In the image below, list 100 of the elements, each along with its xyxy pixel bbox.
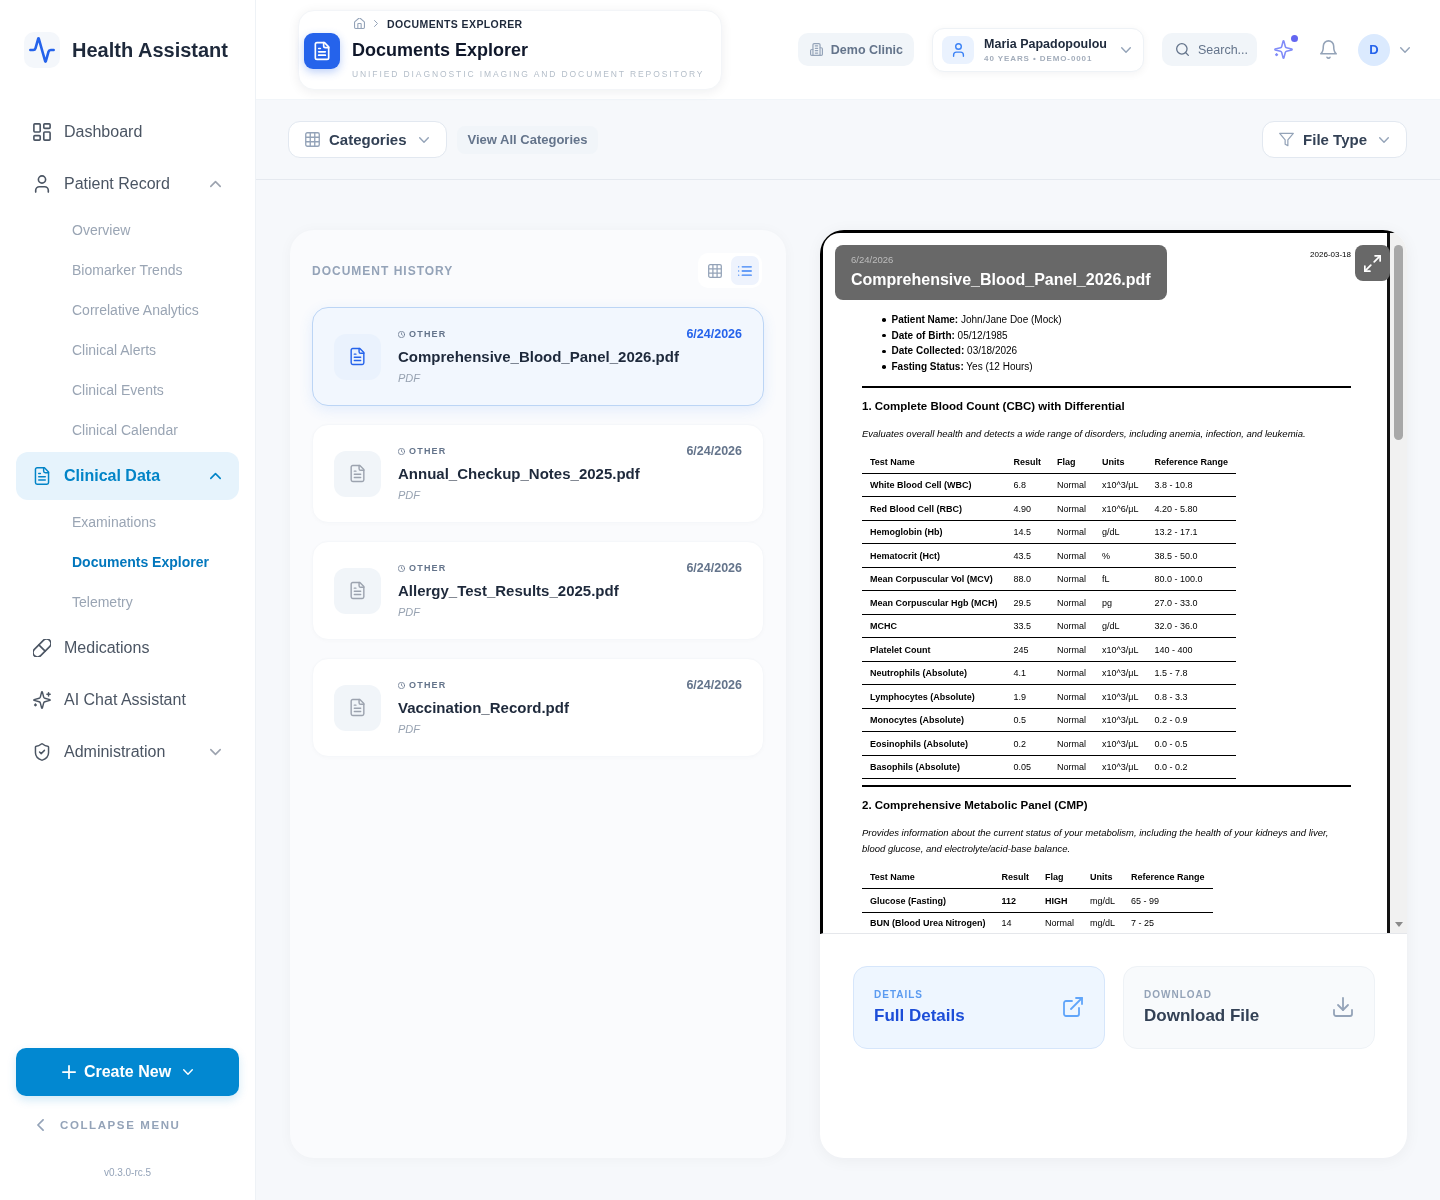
- download-button[interactable]: DOWNLOAD Download File: [1123, 965, 1375, 1049]
- home-icon[interactable]: [354, 18, 365, 29]
- patient-selector[interactable]: Maria Papadopoulou 40 YEARS • DEMO-0001: [932, 27, 1144, 72]
- category-label: OTHER: [409, 563, 447, 573]
- clinic-button[interactable]: Demo Clinic: [797, 33, 915, 66]
- view-all-categories-button[interactable]: View All Categories: [456, 125, 599, 154]
- table-cell: x10^3/μL: [1094, 684, 1147, 709]
- category-label: OTHER: [409, 329, 447, 339]
- nav-item[interactable]: AI Chat Assistant: [16, 676, 239, 724]
- document-icon: [334, 450, 381, 497]
- nav-subitem[interactable]: Clinical Calendar: [16, 410, 239, 450]
- table-cell: Basophils (Absolute): [862, 755, 1006, 779]
- table-cell: Hematocrit (Hct): [862, 543, 1006, 568]
- chevron-up-icon[interactable]: [210, 472, 221, 480]
- column-header: Flag: [1037, 866, 1083, 889]
- nav-subitem[interactable]: Documents Explorer: [16, 542, 239, 582]
- chevron-down-icon: [1121, 46, 1131, 53]
- nav-item[interactable]: Patient Record: [16, 160, 239, 208]
- nav-item[interactable]: Dashboard: [16, 108, 239, 156]
- nav-subitem[interactable]: Overview: [16, 210, 239, 250]
- file-type-dropdown[interactable]: File Type: [1262, 121, 1407, 158]
- chevron-down-icon[interactable]: [1400, 46, 1410, 53]
- section-title: 2. Comprehensive Metabolic Panel (CMP): [862, 798, 1089, 813]
- nav-subitem[interactable]: Examinations: [16, 502, 239, 542]
- table-cell: 0.8 - 3.3: [1146, 684, 1236, 709]
- table-cell: 0.2 - 0.9: [1146, 708, 1236, 732]
- nav-subitem[interactable]: Correlative Analytics: [16, 290, 239, 330]
- version-label: v0.3.0-rc.5: [103, 1166, 152, 1180]
- nav-subitem[interactable]: Clinical Alerts: [16, 330, 239, 370]
- table-cell: x10^3/μL: [1094, 473, 1147, 497]
- column-header: Result: [1005, 450, 1050, 474]
- table-cell: MCHC: [862, 614, 1006, 638]
- table-cell: 43.5: [1005, 543, 1050, 568]
- document-icon: [334, 684, 381, 731]
- table-cell: Lymphocytes (Absolute): [862, 684, 1006, 709]
- table-cell: Normal: [1049, 661, 1095, 685]
- column-header: Reference Range: [1123, 866, 1213, 889]
- nav-subitem[interactable]: Clinical Events: [16, 370, 239, 410]
- column-header: Test Name: [862, 450, 1006, 474]
- table-cell: HIGH: [1037, 888, 1083, 913]
- patient-info-item: Patient Name: John/Jane Doe (Mock): [891, 313, 1062, 327]
- document-date: 6/24/2026: [686, 444, 742, 458]
- document-list-item[interactable]: OTHER 6/24/2026 Comprehensive_Blood_Panel_2026.pdf PDF: [312, 307, 764, 406]
- table-cell: Normal: [1049, 708, 1095, 732]
- table-cell: 6.8: [1005, 473, 1050, 497]
- table-cell: Normal: [1049, 590, 1095, 615]
- nav-item[interactable]: Medications: [16, 624, 239, 672]
- table-cell: mg/dL: [1082, 888, 1124, 913]
- table-cell: 1.5 - 7.8: [1146, 661, 1236, 685]
- categories-dropdown[interactable]: Categories: [288, 121, 447, 158]
- column-header: Result: [993, 866, 1037, 889]
- expand-icon: [1364, 254, 1381, 272]
- table-cell: 245: [1005, 637, 1050, 662]
- table-cell: 112: [993, 888, 1037, 913]
- fullscreen-button[interactable]: [1355, 245, 1390, 281]
- nav-subitem[interactable]: Biomarker Trends: [16, 250, 239, 290]
- grid-icon: [305, 132, 320, 147]
- search-field[interactable]: Search...: [1162, 33, 1257, 66]
- table-cell: 27.0 - 33.0: [1146, 590, 1236, 615]
- sparkles-icon: [33, 691, 51, 709]
- table-cell: Normal: [1049, 614, 1095, 638]
- nav-item[interactable]: Administration: [16, 728, 239, 776]
- table-cell: Monocytes (Absolute): [862, 708, 1006, 732]
- column-header: Units: [1094, 450, 1147, 474]
- document-list-item[interactable]: OTHER 6/24/2026 Vaccination_Record.pdf PDF: [312, 658, 764, 757]
- table-cell: Normal: [1049, 637, 1095, 662]
- document-list-item[interactable]: OTHER 6/24/2026 Allergy_Test_Results_2025.pdf PDF: [312, 541, 764, 640]
- user-avatar[interactable]: D: [1358, 33, 1390, 66]
- nav-subitem[interactable]: Telemetry: [16, 582, 239, 622]
- file-type-label: PDF: [398, 489, 420, 502]
- chevron-down-icon: [1379, 136, 1389, 143]
- column-header: Test Name: [862, 866, 994, 889]
- table-cell: 0.5: [1005, 708, 1050, 732]
- scroll-down-icon[interactable]: [1394, 921, 1403, 927]
- table-cell: 1.9: [1005, 684, 1050, 709]
- table-cell: x10^6/μL: [1094, 496, 1147, 521]
- nav-item[interactable]: Clinical Data: [16, 452, 239, 500]
- full-details-button[interactable]: DETAILS Full Details: [853, 965, 1105, 1049]
- table-cell: BUN (Blood Urea Nitrogen): [862, 912, 994, 933]
- table-cell: 33.5: [1005, 614, 1050, 638]
- user-icon: [942, 35, 975, 64]
- scrollbar-thumb[interactable]: [1394, 245, 1403, 440]
- table-cell: Normal: [1049, 543, 1095, 568]
- table-cell: 13.2 - 17.1: [1146, 520, 1236, 544]
- bullet-icon: [882, 349, 886, 353]
- list-view-button[interactable]: [731, 256, 759, 285]
- category-label: OTHER: [409, 680, 447, 690]
- scrollbar[interactable]: [1390, 233, 1407, 933]
- chevron-down-icon[interactable]: [210, 748, 221, 756]
- document-list-item[interactable]: OTHER 6/24/2026 Annual_Checkup_Notes_2025.pdf PDF: [312, 424, 764, 523]
- collapse-menu-button[interactable]: COLLAPSE MENU: [37, 1113, 181, 1137]
- pulse-icon: [24, 32, 60, 68]
- building-icon: [809, 43, 823, 56]
- clock-icon: [398, 447, 405, 455]
- document-date: 6/24/2026: [851, 253, 895, 266]
- table-cell: fL: [1094, 567, 1147, 591]
- table-cell: Hemoglobin (Hb): [862, 520, 1006, 544]
- create-new-button[interactable]: Create New: [16, 1048, 239, 1096]
- chevron-up-icon[interactable]: [210, 180, 221, 188]
- app-title: Health Assistant: [72, 38, 228, 62]
